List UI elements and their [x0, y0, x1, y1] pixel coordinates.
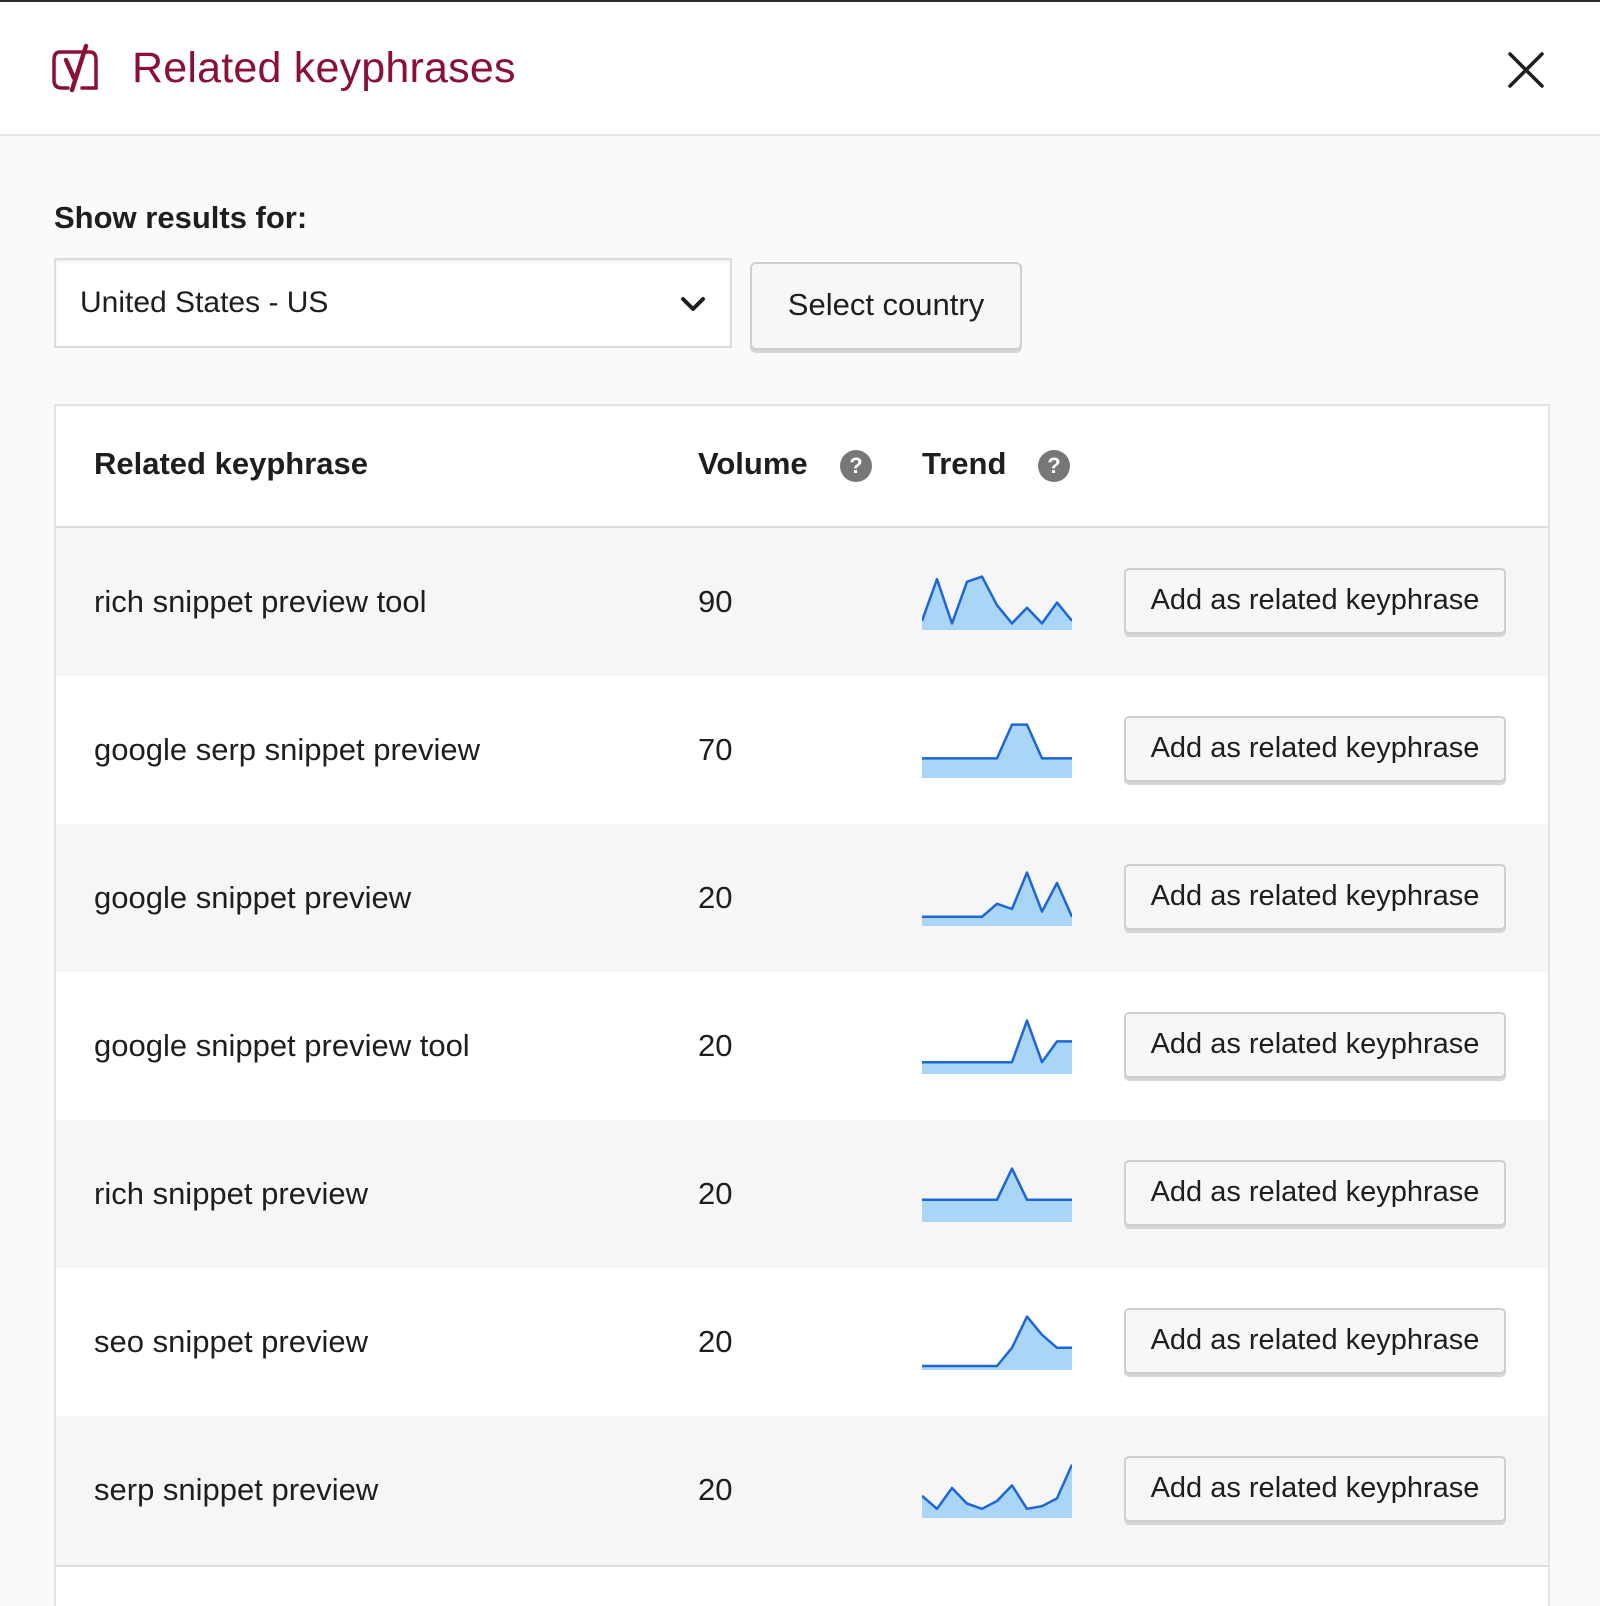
keyphrase-cell: rich snippet preview tool [94, 584, 427, 619]
trend-area [922, 1316, 1072, 1370]
volume-cell: 90 [698, 584, 733, 619]
column-header-volume: Volume [698, 446, 808, 481]
show-results-label: Show results for: [54, 200, 308, 235]
trend-sparkline [922, 1464, 1072, 1518]
related-keyphrases-table: Related keyphrase Volume ? Trend ? rich … [54, 404, 1550, 1606]
table-row: google snippet preview 20 Add as related k… [56, 824, 1548, 975]
trend-sparkline [922, 723, 1072, 778]
country-select[interactable]: United States - US [54, 258, 732, 348]
trend-help-icon[interactable]: ? [1038, 450, 1070, 482]
volume-cell: 70 [698, 732, 733, 767]
yoast-logo-icon [52, 43, 98, 93]
keyphrase-cell: seo snippet preview [94, 1324, 368, 1359]
keyphrase-cell: serp snippet preview [94, 1472, 379, 1507]
add-related-keyphrase-button[interactable]: Add as related keyphrase [1124, 1012, 1506, 1078]
chevron-down-icon [681, 297, 705, 311]
add-related-keyphrase-button[interactable]: Add as related keyphrase [1124, 864, 1506, 930]
table-header: Related keyphrase Volume ? Trend ? [56, 406, 1548, 528]
trend-sparkline [922, 871, 1072, 926]
trend-line [922, 723, 1072, 760]
select-country-button[interactable]: Select country [750, 262, 1022, 350]
keyphrase-cell: google snippet preview [94, 880, 412, 915]
table-row: google snippet preview tool 20 Add as rela… [56, 972, 1548, 1123]
column-header-keyphrase: Related keyphrase [94, 446, 368, 481]
add-related-keyphrase-button[interactable]: Add as related keyphrase [1124, 716, 1506, 782]
trend-line [922, 1167, 1072, 1202]
volume-cell: 20 [698, 1472, 733, 1507]
table-row: rich snippet preview 20 Add as related key… [56, 1120, 1548, 1271]
volume-cell: 20 [698, 1176, 733, 1211]
trend-sparkline [922, 575, 1072, 630]
trend-area [922, 1020, 1072, 1074]
country-select-value: United States - US [80, 286, 329, 319]
table-row: rich snippet preview tool 90 Add as relate… [56, 528, 1548, 679]
trend-sparkline [922, 1019, 1072, 1074]
trend-sparkline [922, 1167, 1072, 1222]
keyphrase-cell: rich snippet preview [94, 1176, 368, 1211]
trend-area [922, 1168, 1072, 1222]
table-row: seo snippet preview 20 Add as related keyp… [56, 1268, 1548, 1419]
keyphrase-cell: google serp snippet preview [94, 732, 481, 767]
add-related-keyphrase-button[interactable]: Add as related keyphrase [1124, 1308, 1506, 1374]
trend-sparkline [922, 1315, 1072, 1370]
add-related-keyphrase-button[interactable]: Add as related keyphrase [1124, 1160, 1506, 1226]
volume-cell: 20 [698, 880, 733, 915]
volume-cell: 20 [698, 1028, 733, 1063]
volume-help-icon[interactable]: ? [840, 450, 872, 482]
close-icon[interactable] [1506, 50, 1546, 90]
modal-title: Related keyphrases [132, 44, 516, 92]
volume-cell: 20 [698, 1324, 733, 1359]
column-header-trend: Trend [922, 446, 1007, 481]
modal-header: Related keyphrases [0, 2, 1600, 136]
keyphrase-cell: google snippet preview tool [94, 1028, 470, 1063]
table-row: serp snippet preview 20 Add as related key… [56, 1416, 1548, 1567]
table-row: google serp snippet preview 70 Add as rela… [56, 676, 1548, 827]
trend-area [922, 1464, 1072, 1518]
add-related-keyphrase-button[interactable]: Add as related keyphrase [1124, 568, 1506, 634]
add-related-keyphrase-button[interactable]: Add as related keyphrase [1124, 1456, 1506, 1522]
trend-area [922, 724, 1072, 778]
